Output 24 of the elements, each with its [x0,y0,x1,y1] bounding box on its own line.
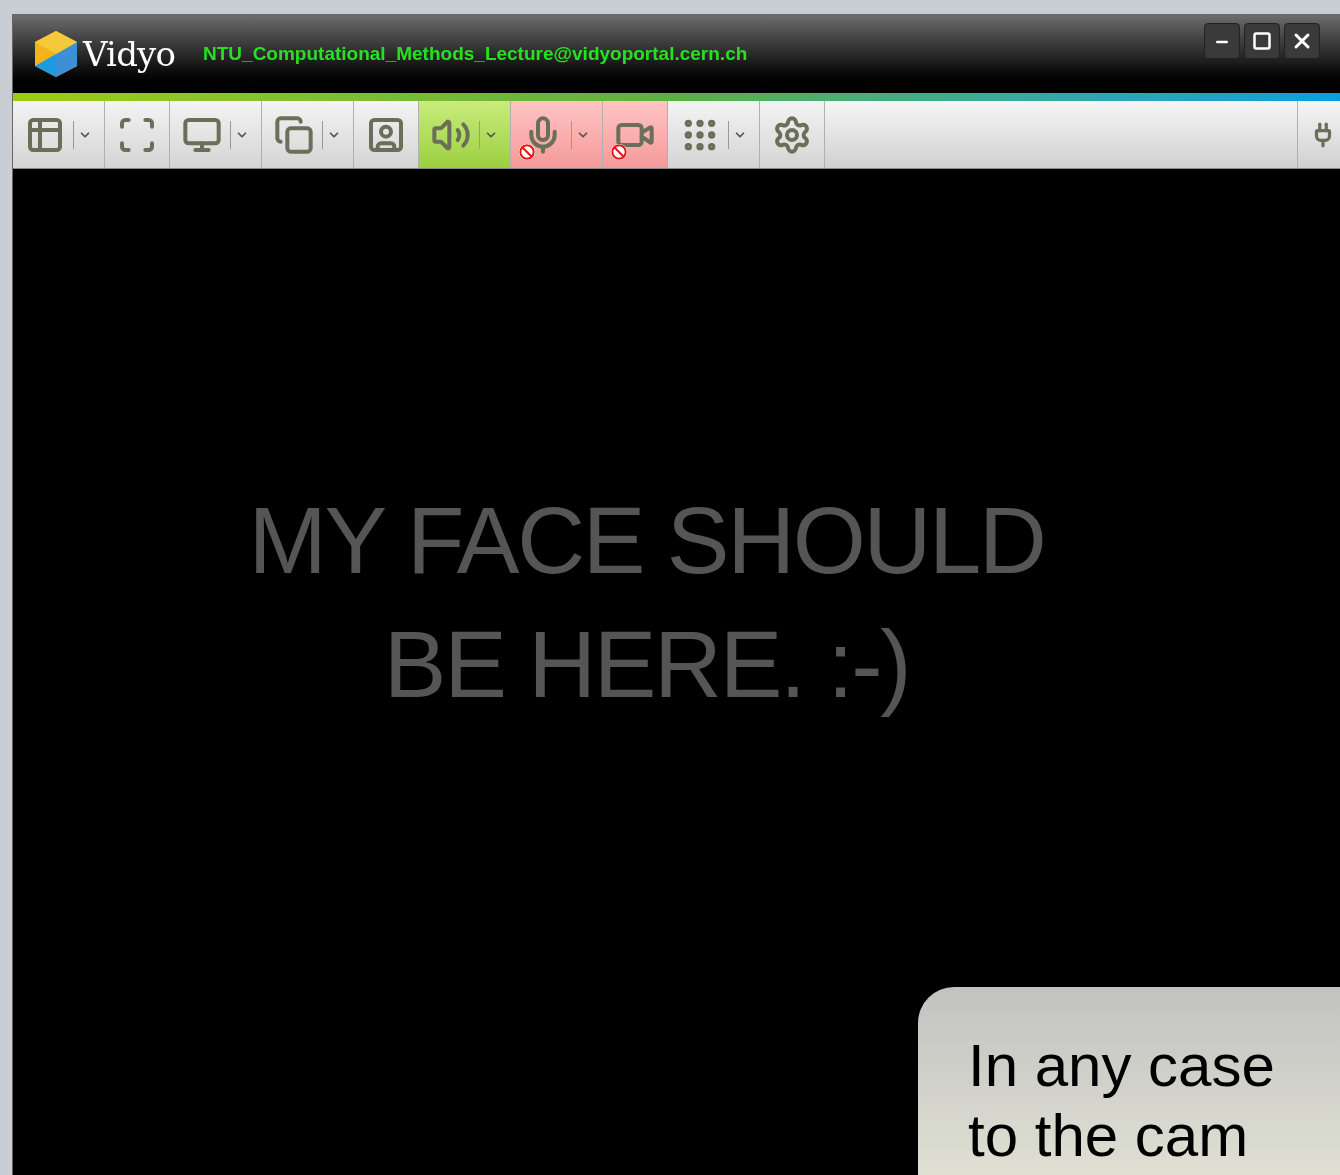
close-button[interactable] [1284,23,1320,59]
conference-title: NTU_Computational_Methods_Lecture@vidyoportal.cern.ch [203,41,748,66]
maximize-button[interactable] [1244,23,1280,59]
toolbar-button[interactable] [105,101,170,168]
toolbar-button[interactable] [262,101,354,168]
callout-text: In any case [968,1031,1276,1101]
toolbar-button[interactable] [354,101,419,168]
video-message: BE HERE. :-) [383,611,910,719]
toolbar-button[interactable] [13,101,105,168]
cube-logo-icon [33,29,79,79]
toolbar-button[interactable] [760,101,825,168]
blocked-icon [611,144,627,160]
stacked-screens-icon [274,114,314,155]
app-name: Vidyo [83,32,176,76]
toolbar-button[interactable] [170,101,262,168]
settings-icon [772,114,812,155]
toolbar-button[interactable] [668,101,760,168]
callout-text: to the cam [968,1101,1250,1171]
video-message: MY FACE SHOULD [248,487,1045,595]
toolbar-button[interactable] [511,101,603,168]
maximize-icon [1252,31,1272,51]
toolbar-button[interactable] [603,101,668,168]
toolbar-button[interactable] [419,101,511,168]
blocked-icon [519,144,535,160]
